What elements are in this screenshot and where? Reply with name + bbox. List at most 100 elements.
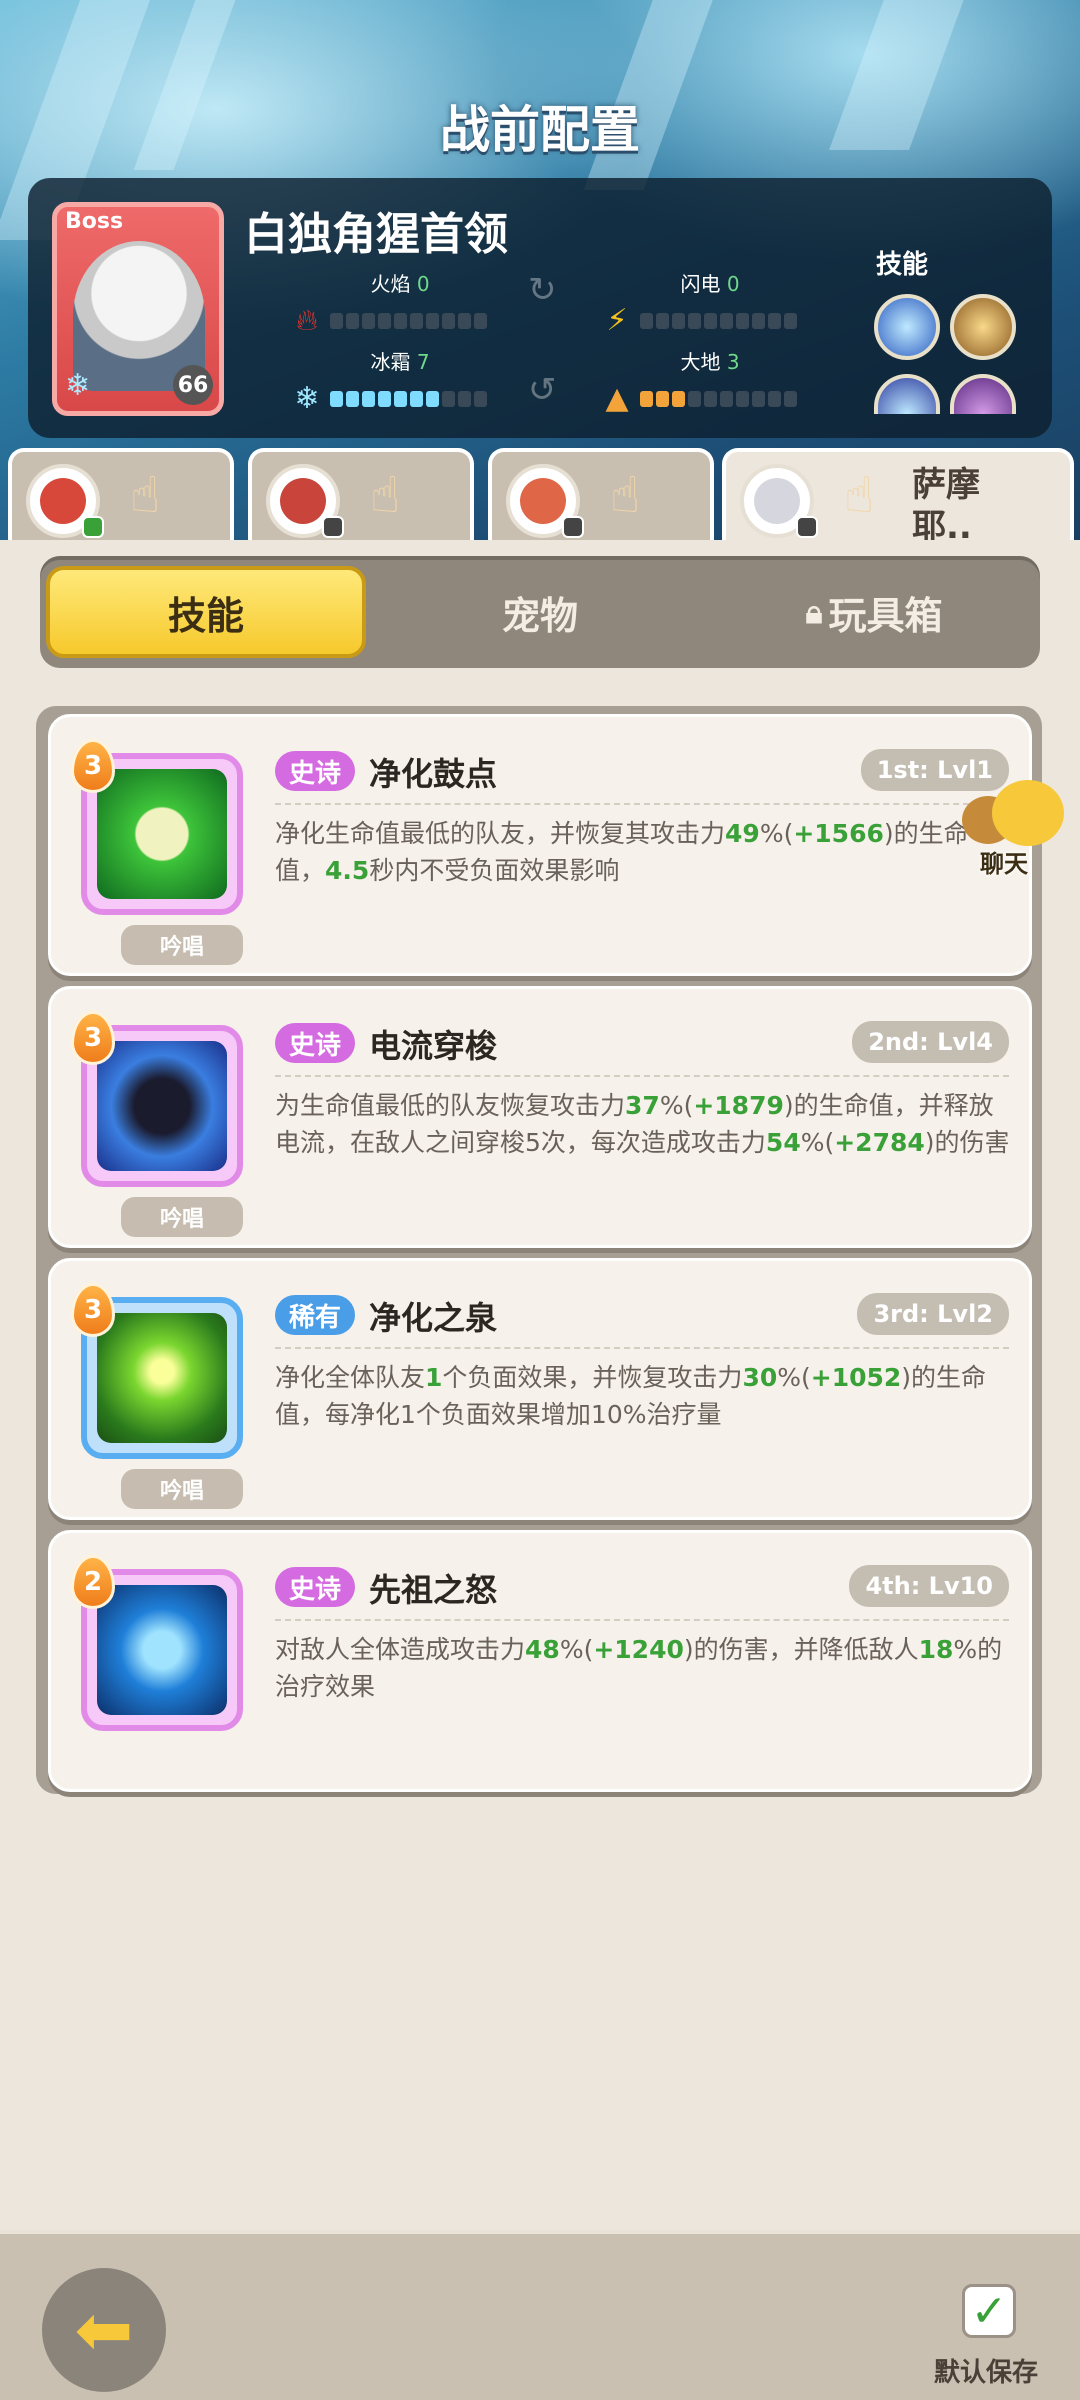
mountain-icon: ▲ <box>605 381 629 416</box>
skill-description: 净化生命值最低的队友，并恢复其攻击力49%(+1566)的生命值，4.5秒内不受… <box>275 815 1015 889</box>
highlight-value: 1 <box>425 1363 443 1392</box>
description-text: %( <box>559 1635 594 1664</box>
highlight-value: +1052 <box>810 1363 902 1392</box>
highlight-value: 48 <box>525 1635 560 1664</box>
segment-control: 技能 宠物 🔒︎ 玩具箱 <box>40 556 1040 668</box>
skill-name: 净化之泉 <box>369 1299 498 1337</box>
skill-description: 为生命值最低的队友恢复攻击力37%(+1879)的生命值，并释放电流，在敌人之间… <box>275 1087 1015 1161</box>
description-text: 对敌人全体造成攻击力 <box>275 1635 526 1664</box>
cycle-arrow-icon: ↻ <box>528 270 557 310</box>
stat-lightning: 闪电 0 ⚡︎ <box>600 268 800 338</box>
boss-tag: Boss <box>65 209 124 234</box>
character-tab-2[interactable]: ☝︎ <box>248 448 474 543</box>
character-tab-3[interactable]: ☝︎ <box>488 448 714 543</box>
pointing-hand-icon: ☝︎ <box>370 466 401 524</box>
back-button[interactable]: ⬅︎ <box>42 2268 166 2392</box>
highlight-value: +2784 <box>834 1128 925 1157</box>
description-text: 个负面效果，并恢复攻击力 <box>442 1363 743 1392</box>
boss-portrait-card[interactable]: Boss ❄ 66 <box>52 202 224 416</box>
boss-skills-label: 技能 <box>876 250 929 280</box>
chant-badge: 吟唱 <box>121 1197 243 1237</box>
skill-card[interactable]: 3 吟唱 史诗 电流穿梭 2nd: Lvl4 为生命值最低的队友恢复攻击力37%… <box>48 986 1032 1248</box>
highlight-value: +1240 <box>593 1635 684 1664</box>
description-text: 净化全体队友 <box>275 1363 426 1392</box>
skill-name: 电流穿梭 <box>369 1027 498 1065</box>
chant-badge: 吟唱 <box>121 1469 243 1509</box>
highlight-value: 18 <box>918 1635 954 1664</box>
description-text: 秒内不受负面效果影响 <box>369 856 620 885</box>
skill-description: 对敌人全体造成攻击力48%(+1240)的伤害，并降低敌人18%的治疗效果 <box>275 1631 1015 1705</box>
skill-name: 净化鼓点 <box>369 755 498 793</box>
description-text: )的伤害 <box>924 1128 1010 1157</box>
skill-card[interactable]: 3 吟唱 稀有 净化之泉 3rd: Lvl2 净化全体队友1个负面效果，并恢复攻… <box>48 1258 1032 1520</box>
rarity-badge: 稀有 <box>275 1295 356 1335</box>
cycle-arrow-icon: ↺ <box>528 370 557 410</box>
rarity-badge: 史诗 <box>275 751 356 791</box>
skill-card[interactable]: 2 史诗 先祖之怒 4th: Lv10 对敌人全体造成攻击力48%(+1240)… <box>48 1530 1032 1792</box>
tab-skills[interactable]: 技能 <box>46 566 366 658</box>
boss-skill-3[interactable] <box>874 374 940 414</box>
boss-skill-4[interactable] <box>950 374 1016 414</box>
skill-card[interactable]: 3 吟唱 史诗 净化鼓点 1st: Lvl1 净化生命值最低的队友，并恢复其攻击… <box>48 714 1032 976</box>
snowflake-icon: ❄ <box>65 368 91 403</box>
description-text: %( <box>759 819 794 848</box>
highlight-value: 54 <box>765 1128 801 1157</box>
boss-skill-2[interactable] <box>950 294 1016 360</box>
footer-bar: ⬅︎ ✓ 默认保存 <box>0 2230 1080 2400</box>
lightning-icon: ⚡︎ <box>606 303 628 338</box>
default-save-label: 默认保存 <box>934 2358 1039 2388</box>
fire-bar <box>330 312 487 329</box>
fire-icon: 🔥︎ <box>295 303 319 338</box>
chat-button[interactable]: 聊天 <box>962 778 1074 878</box>
chat-label: 聊天 <box>980 850 1028 878</box>
description-text: 为生命值最低的队友恢复攻击力 <box>275 1091 626 1120</box>
boss-name: 白独角猩首领 <box>244 209 508 260</box>
rarity-badge: 史诗 <box>275 1023 356 1063</box>
pointing-hand-icon: ☝︎ <box>610 466 641 524</box>
ice-bar <box>330 390 487 407</box>
divider <box>275 1619 1009 1621</box>
skill-level-badge: 3 <box>71 739 115 793</box>
highlight-value: 30 <box>742 1363 778 1392</box>
stat-fire: 火焰 0 🔥︎ <box>290 268 490 338</box>
description-text: %( <box>800 1128 835 1157</box>
status-badge <box>562 516 584 538</box>
checkbox-icon: ✓ <box>970 2285 1008 2337</box>
description-text: %( <box>777 1363 811 1392</box>
lightning-bar <box>640 312 797 329</box>
stat-earth: 大地 3 ▲ <box>600 346 800 416</box>
lock-icon: 🔒︎ <box>805 592 823 631</box>
default-save-checkbox[interactable]: ✓ <box>962 2284 1016 2338</box>
back-arrow-icon: ⬅︎ <box>74 2289 134 2371</box>
highlight-value: 49 <box>725 819 760 848</box>
rarity-badge: 史诗 <box>275 1567 356 1607</box>
skill-level-badge: 2 <box>71 1555 115 1609</box>
highlight-value: 4.5 <box>325 856 370 885</box>
character-tab-1[interactable]: ☝︎ <box>8 448 234 543</box>
stat-ice: 冰霜 7 ❄ <box>290 346 490 416</box>
character-tab-4[interactable]: ☝︎ 萨摩耶... <box>722 448 1074 545</box>
skill-level-badge: 3 <box>71 1011 115 1065</box>
header-banner: 战前配置 Boss ❄ 66 白独角猩首领 火焰 0 🔥︎ 闪电 0 ⚡︎ 冰霜… <box>0 0 1080 545</box>
divider <box>275 1075 1009 1077</box>
skill-slot-level: 2nd: Lvl4 <box>852 1021 1009 1063</box>
divider <box>275 1347 1009 1349</box>
snowflake-icon: ❄ <box>294 381 320 416</box>
pointing-hand-icon: ☝︎ <box>844 466 875 524</box>
tab-toybox[interactable]: 🔒︎ 玩具箱 <box>714 566 1034 658</box>
character-name: 萨摩耶... <box>912 465 980 545</box>
tab-pets[interactable]: 宠物 <box>380 566 700 658</box>
status-badge <box>322 516 344 538</box>
highlight-value: 37 <box>625 1091 660 1120</box>
boss-skill-1[interactable] <box>874 294 940 360</box>
status-badge <box>82 516 104 538</box>
skill-level-badge: 3 <box>71 1283 115 1337</box>
skill-slot-level: 3rd: Lvl2 <box>857 1293 1009 1335</box>
skill-description: 净化全体队友1个负面效果，并恢复攻击力30%(+1052)的生命值，每净化1个负… <box>275 1359 1015 1433</box>
skill-name: 先祖之怒 <box>369 1571 498 1609</box>
description-text: )的伤害，并降低敌人 <box>683 1635 919 1664</box>
divider <box>275 803 1009 805</box>
boss-info-panel: Boss ❄ 66 白独角猩首领 火焰 0 🔥︎ 闪电 0 ⚡︎ 冰霜 7 ❄ … <box>28 178 1052 438</box>
boss-level-badge: 66 <box>173 365 213 405</box>
skill-slot-level: 4th: Lv10 <box>849 1565 1009 1607</box>
